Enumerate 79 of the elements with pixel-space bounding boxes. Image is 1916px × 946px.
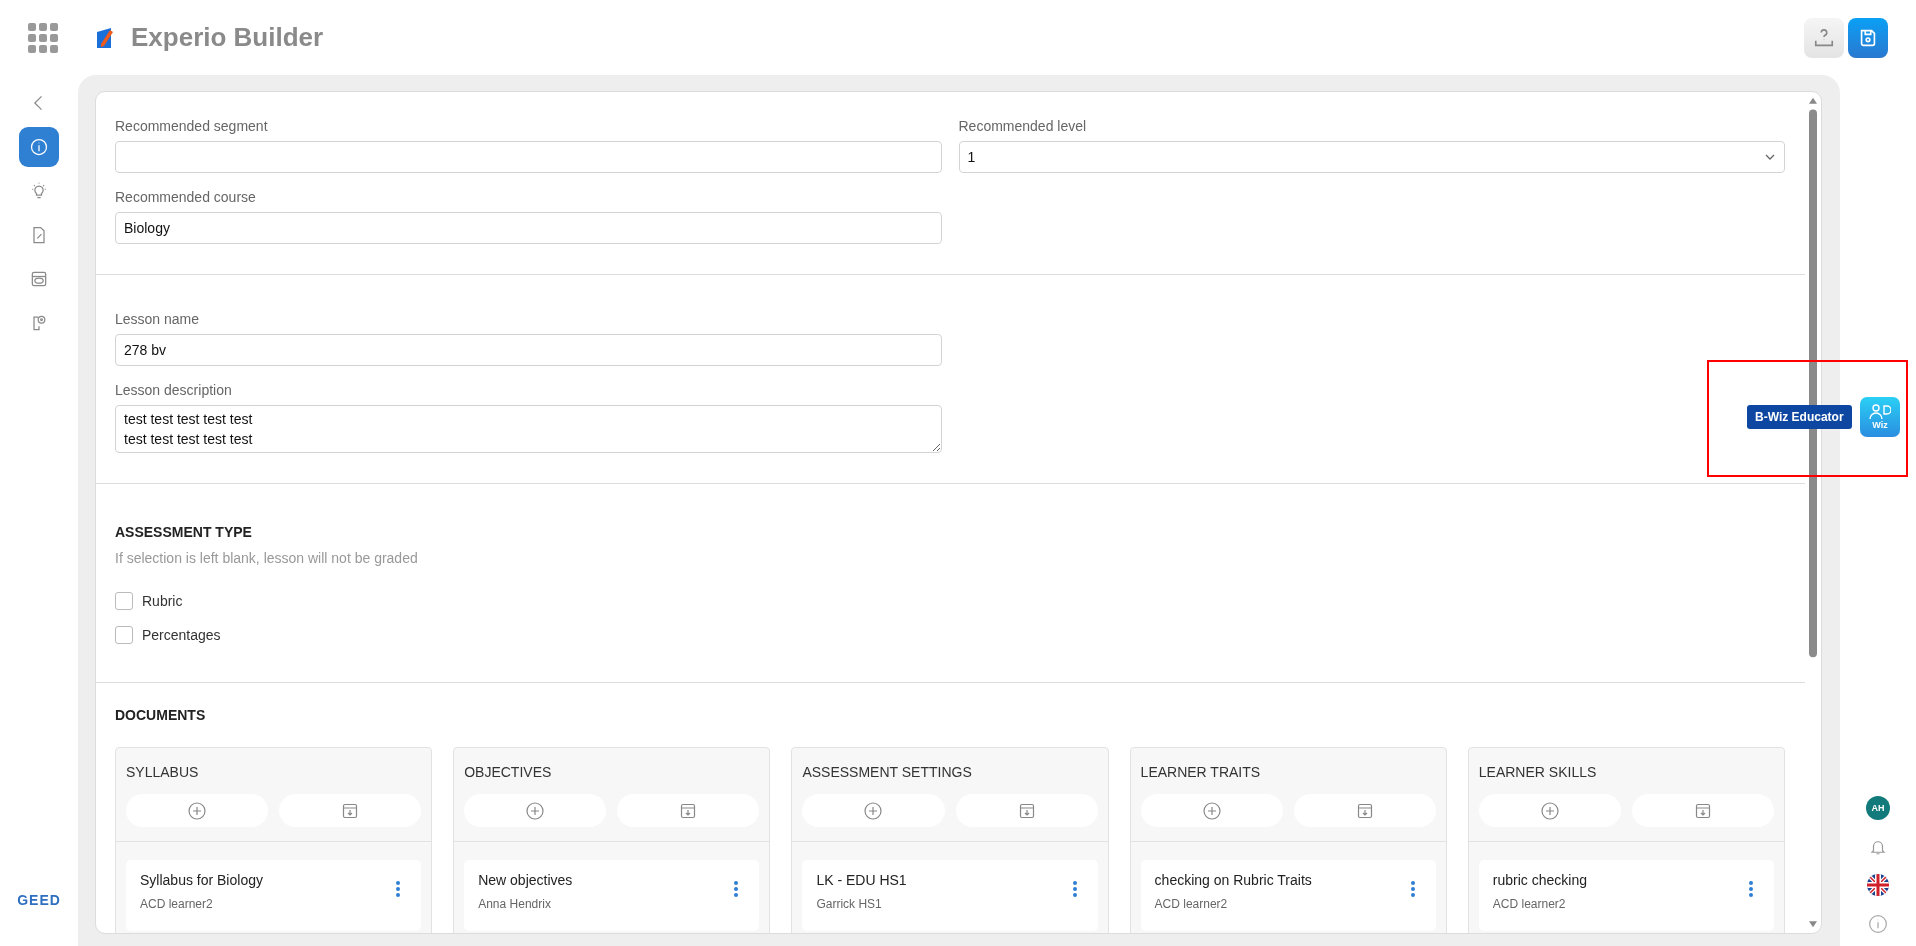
brand-logo: GEED xyxy=(17,892,61,908)
import-box-icon xyxy=(1694,802,1711,819)
document-title: checking on Rubric Traits xyxy=(1154,872,1312,888)
column-title: SYLLABUS xyxy=(126,764,200,780)
section-heading: ASSESSMENT TYPE xyxy=(115,524,253,540)
import-box-icon xyxy=(680,802,697,819)
more-vertical-icon[interactable] xyxy=(1071,880,1078,898)
add-button[interactable] xyxy=(802,794,945,827)
column-title: OBJECTIVES xyxy=(464,764,553,780)
document-title: New objectives xyxy=(478,872,573,888)
import-button[interactable] xyxy=(1293,794,1436,827)
plus-circle-icon xyxy=(1540,801,1559,820)
plus-circle-icon xyxy=(1202,801,1221,820)
column-title: LEARNER TRAITS xyxy=(1140,764,1262,780)
lightbulb-icon xyxy=(29,181,49,201)
question-tray-icon xyxy=(1813,26,1835,49)
document-card[interactable]: New objectives Anna Hendrix xyxy=(464,860,760,931)
document-card[interactable]: Syllabus for Biology ACD learner2 xyxy=(126,860,422,931)
add-button[interactable] xyxy=(1478,794,1621,827)
person-chat-icon xyxy=(1869,404,1891,420)
field-label: Lesson name xyxy=(115,311,201,327)
more-vertical-icon[interactable] xyxy=(1748,880,1754,898)
document-title: Syllabus for Biology xyxy=(140,872,263,888)
section-heading: DOCUMENTS xyxy=(115,707,207,723)
import-box-icon xyxy=(1018,802,1035,819)
import-box-icon xyxy=(342,802,359,819)
apps-grid-icon[interactable] xyxy=(28,22,58,53)
save-button[interactable] xyxy=(1848,17,1888,58)
pencil-logo-icon xyxy=(95,25,115,50)
input-field[interactable]: 278 bv xyxy=(115,334,942,366)
input-field[interactable] xyxy=(115,141,942,173)
document-author: ACD learner2 xyxy=(1154,897,1229,911)
import-button[interactable] xyxy=(617,794,760,827)
column-title: LEARNER SKILLS xyxy=(1478,764,1598,780)
more-vertical-icon[interactable] xyxy=(1409,880,1416,898)
eye-frame-icon xyxy=(29,269,49,289)
info-icon xyxy=(29,137,49,157)
checkbox[interactable] xyxy=(115,626,133,644)
sidebar-item[interactable] xyxy=(19,127,59,167)
info-icon[interactable] xyxy=(1868,914,1888,934)
import-box-icon xyxy=(1356,802,1373,819)
column-title: ASSESSMENT SETTINGS xyxy=(802,764,973,780)
add-button[interactable] xyxy=(464,794,607,827)
document-author: Garrick HS1 xyxy=(816,897,883,911)
uk-flag-icon[interactable] xyxy=(1867,874,1889,896)
more-vertical-icon[interactable] xyxy=(733,880,740,898)
document-card[interactable]: checking on Rubric Traits ACD learner2 xyxy=(1140,860,1436,931)
user-avatar[interactable]: AH xyxy=(1866,796,1890,820)
plus-circle-icon xyxy=(864,801,883,820)
document-card[interactable]: LK - EDU HS1 Garrick HS1 xyxy=(802,860,1098,931)
app-title: Experio Builder xyxy=(131,22,324,53)
checkbox-label: Percentages xyxy=(142,627,221,643)
add-button[interactable] xyxy=(1140,794,1283,827)
input-field[interactable]: Biology xyxy=(115,212,942,244)
help-upload-button[interactable] xyxy=(1804,17,1844,58)
import-button[interactable] xyxy=(955,794,1098,827)
bell-icon[interactable] xyxy=(1869,838,1887,856)
document-author: Anna Hendrix xyxy=(478,897,552,911)
field-label: Recommended course xyxy=(115,189,257,205)
field-label: Lesson description xyxy=(115,382,233,398)
document-author: ACD learner2 xyxy=(1492,897,1567,911)
add-button[interactable] xyxy=(126,794,269,827)
document-title: LK - EDU HS1 xyxy=(816,872,907,888)
assistant-tooltip: B-Wiz Educator xyxy=(1747,405,1852,429)
checkbox-label: Rubric xyxy=(142,593,183,609)
hint-text: If selection is left blank, lesson will not be graded xyxy=(115,550,419,566)
field-label: Recommended segment xyxy=(115,118,269,134)
text-area[interactable]: test test test test test test test test test test xyxy=(115,405,942,453)
checkbox[interactable] xyxy=(115,592,133,610)
plus-circle-icon xyxy=(188,801,207,820)
import-button[interactable] xyxy=(279,794,422,827)
field-label: Recommended level xyxy=(958,118,1088,134)
plus-circle-icon xyxy=(526,801,545,820)
select-field[interactable]: 1 xyxy=(958,141,1785,173)
more-vertical-icon[interactable] xyxy=(395,880,402,898)
document-title: rubric checking xyxy=(1492,872,1587,888)
import-button[interactable] xyxy=(1631,794,1774,827)
document-card[interactable]: rubric checking ACD learner2 xyxy=(1478,860,1774,931)
document-author: ACD learner2 xyxy=(140,897,214,911)
